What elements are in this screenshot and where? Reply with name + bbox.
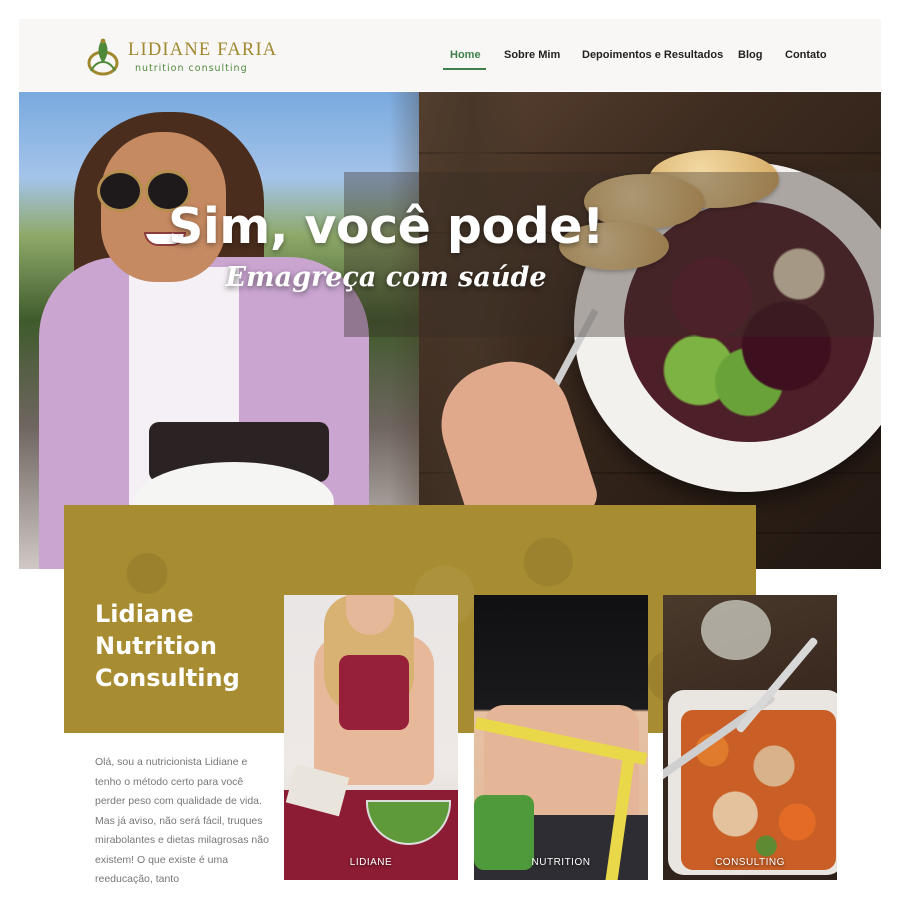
nav-active-indicator — [443, 68, 486, 70]
about-title-line: Consulting — [95, 664, 240, 692]
about-title-line: Lidiane — [95, 600, 194, 628]
hero-title: Sim, você pode! — [168, 198, 604, 255]
card-label: CONSULTING — [715, 857, 785, 868]
hero-banner: Sim, você pode! Emagreça com saúde — [19, 92, 881, 569]
nav-depoimentos[interactable]: Depoimentos e Resultados — [582, 49, 723, 61]
logo-name: LIDIANE FARIA — [128, 40, 278, 60]
card-label: LIDIANE — [349, 857, 393, 868]
card-photo-glass — [701, 600, 771, 660]
logo-tagline: nutrition consulting — [135, 63, 248, 74]
card-photo-food — [681, 710, 836, 870]
nav-blog[interactable]: Blog — [738, 49, 762, 61]
logo-leaf-icon — [87, 38, 119, 76]
about-title-line: Nutrition — [95, 632, 217, 660]
nav-sobre-mim[interactable]: Sobre Mim — [504, 49, 560, 61]
card-lidiane[interactable]: LIDIANE — [284, 595, 458, 880]
page: LIDIANE FARIA nutrition consulting Home … — [0, 0, 900, 900]
intro-text: Olá, sou a nutricionista Lidiane e tenho… — [95, 756, 269, 885]
hero-subtitle: Emagreça com saúde — [225, 262, 547, 293]
nav-home[interactable]: Home — [450, 49, 481, 61]
card-label: NUTRITION — [531, 857, 591, 868]
nav-contato[interactable]: Contato — [785, 49, 827, 61]
about-title: Lidiane Nutrition Consulting — [95, 598, 240, 694]
card-consulting[interactable]: CONSULTING — [663, 595, 837, 880]
logo[interactable]: LIDIANE FARIA nutrition consulting — [83, 33, 276, 79]
card-nutrition[interactable]: NUTRITION — [474, 595, 648, 880]
card-photo-top — [339, 655, 409, 730]
site-header: LIDIANE FARIA nutrition consulting Home … — [19, 19, 881, 91]
